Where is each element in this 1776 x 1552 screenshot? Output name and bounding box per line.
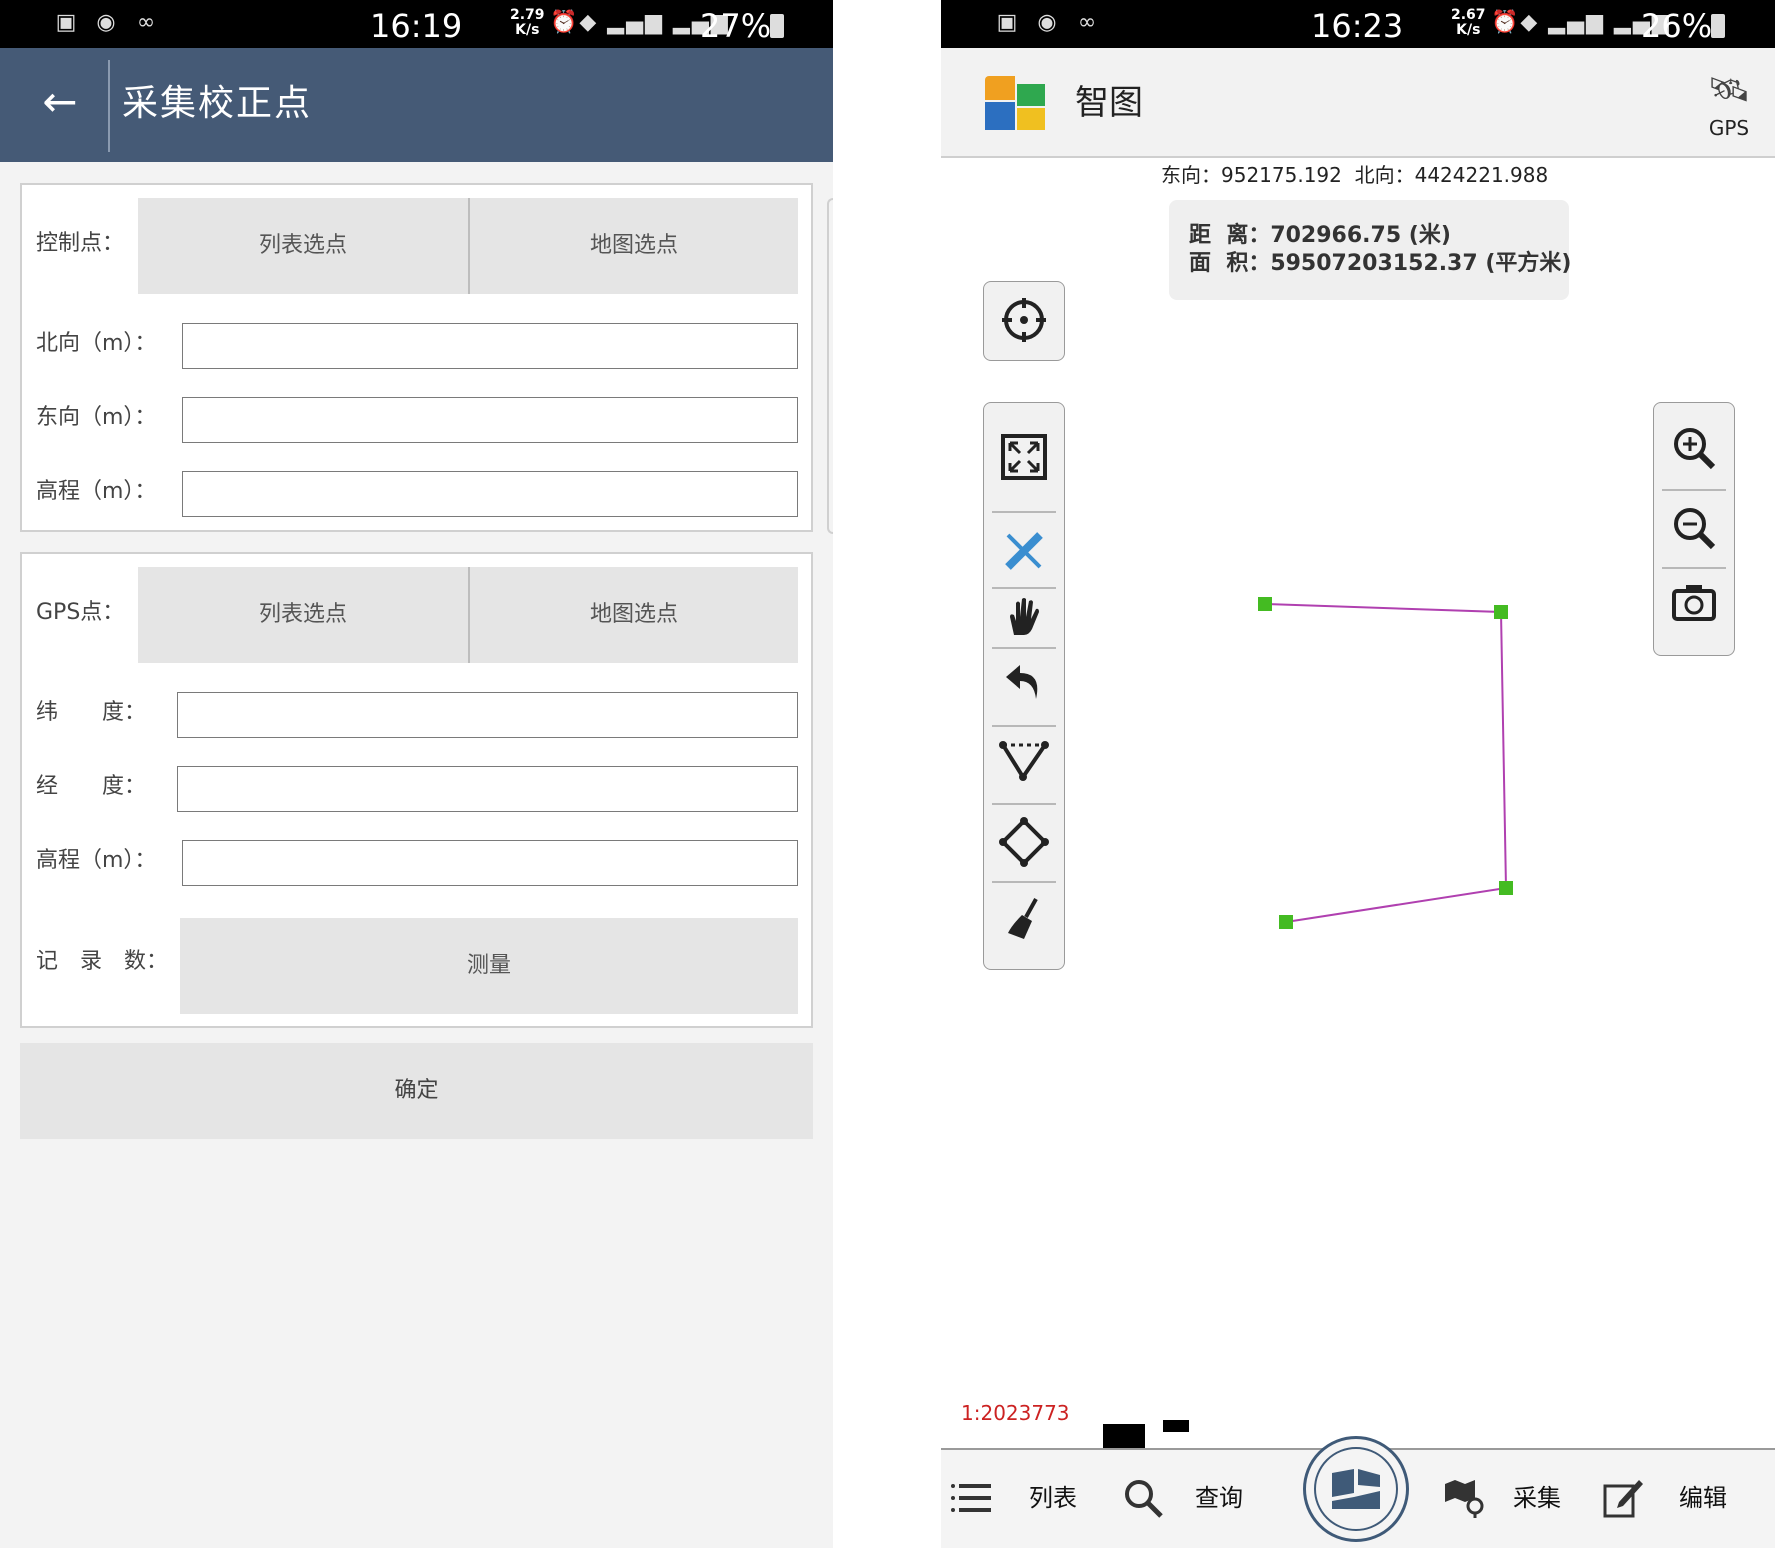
- gps-elevation-input[interactable]: [182, 840, 798, 886]
- map-canvas[interactable]: [941, 0, 1775, 1548]
- crosshair-icon: [1002, 298, 1046, 342]
- nav-collect[interactable]: 采集: [1513, 1472, 1561, 1524]
- measure-polyline: [1264, 603, 1508, 923]
- link-icon: ∞: [136, 10, 156, 35]
- hand-icon: [1010, 598, 1039, 635]
- zoom-out-button[interactable]: [1654, 505, 1734, 551]
- status-time: 16:19: [370, 7, 463, 45]
- battery-percent: 27%: [700, 7, 772, 45]
- gps-point-panel: GPS点： 列表选点 地图选点 纬 度： 经 度： 高程（m）： 记 录 数： …: [20, 552, 813, 1028]
- next-card-edge: [827, 198, 833, 534]
- home-map-button[interactable]: [1303, 1436, 1409, 1542]
- latitude-label: 纬 度：: [36, 700, 147, 725]
- control-map-select-button[interactable]: 地图选点: [468, 198, 798, 294]
- collect-correction-screen: ▣ ◉ ∞ 16:19 2.79 K/s ⏰◆ ▂▄▆ ▂▄▆ 27% ← 采集…: [0, 0, 833, 1548]
- map-screen: ▣ ◉ ∞ 16:23 2.67 K/s ⏰◆ ▂▄▆ ▂▄▆ 26% 智图 🛰…: [941, 0, 1775, 1548]
- zoom-in-icon: [1674, 428, 1716, 470]
- polyline-icon: [999, 741, 1049, 781]
- zoom-out-icon: [1674, 508, 1716, 550]
- map-layers-icon: [1332, 1469, 1380, 1509]
- nav-query[interactable]: 查询: [1195, 1472, 1243, 1524]
- gps-map-select-button[interactable]: 地图选点: [468, 567, 798, 663]
- map-scale: 1:2023773: [961, 1401, 1070, 1425]
- camera-icon: [1672, 585, 1716, 621]
- network-rate: 2.79 K/s: [510, 7, 545, 38]
- east-input[interactable]: [182, 397, 798, 443]
- gps-point-label: GPS点：: [36, 600, 125, 625]
- locate-button[interactable]: [984, 296, 1064, 344]
- back-arrow-icon[interactable]: ←: [36, 78, 84, 126]
- vertex-2: [1494, 605, 1508, 619]
- pan-button[interactable]: [984, 595, 1064, 639]
- gallery-icon: ▣: [55, 10, 77, 35]
- nav-list[interactable]: 列表: [1029, 1472, 1077, 1524]
- east-label: 东向（m）：: [36, 405, 157, 430]
- polygon-icon: [999, 817, 1049, 867]
- longitude-label: 经 度：: [36, 774, 147, 799]
- zoom-toolbar: [1653, 402, 1735, 656]
- list-icon: [951, 1484, 991, 1512]
- draw-polygon-button[interactable]: [984, 817, 1064, 867]
- map-pin-icon: [1445, 1480, 1484, 1518]
- screenshot-button[interactable]: [1654, 583, 1734, 623]
- full-extent-button[interactable]: [984, 433, 1064, 481]
- gps-elevation-label: 高程（m）：: [36, 848, 157, 873]
- control-point-panel: 控制点： 列表选点 地图选点 北向（m）： 东向（m）： 高程（m）：: [20, 183, 813, 532]
- control-elevation-input[interactable]: [182, 471, 798, 517]
- full-extent-icon: [1001, 434, 1047, 480]
- map-artifact: [1163, 1420, 1189, 1432]
- record-count-label: 记 录 数：: [36, 949, 169, 974]
- control-elevation-label: 高程（m）：: [36, 479, 157, 504]
- title-bar: ← 采集校正点: [0, 48, 833, 162]
- map-tools-toolbar: [983, 402, 1065, 970]
- vertex-4: [1279, 915, 1293, 929]
- vertex-3: [1499, 881, 1513, 895]
- measure-tool-button[interactable]: [984, 529, 1064, 573]
- title-divider: [108, 60, 110, 152]
- map-artifact: [1103, 1424, 1145, 1450]
- control-list-select-button[interactable]: 列表选点: [138, 198, 468, 294]
- zoom-in-button[interactable]: [1654, 425, 1734, 471]
- locate-toolbar: [983, 281, 1065, 361]
- gps-list-select-button[interactable]: 列表选点: [138, 567, 468, 663]
- vertex-1: [1258, 597, 1272, 611]
- ruler-icon: [1005, 532, 1043, 570]
- nav-edit[interactable]: 编辑: [1679, 1472, 1727, 1524]
- edit-icon: [1603, 1480, 1643, 1518]
- page-title: 采集校正点: [122, 83, 313, 124]
- battery-icon: [770, 14, 784, 38]
- north-label: 北向（m）：: [36, 331, 157, 356]
- undo-button[interactable]: [984, 659, 1064, 703]
- search-icon: [1125, 1480, 1163, 1518]
- draw-line-button[interactable]: [984, 739, 1064, 783]
- broom-icon: [1008, 898, 1038, 939]
- latitude-input[interactable]: [177, 692, 798, 738]
- control-point-label: 控制点：: [36, 231, 125, 256]
- bottom-nav: 列表 查询 采集 编辑: [941, 1436, 1775, 1548]
- north-input[interactable]: [182, 323, 798, 369]
- undo-icon: [1006, 665, 1038, 699]
- clear-button[interactable]: [984, 897, 1064, 941]
- status-bar: ▣ ◉ ∞ 16:19 2.79 K/s ⏰◆ ▂▄▆ ▂▄▆ 27%: [0, 0, 833, 48]
- measure-button[interactable]: 测量: [180, 918, 798, 1014]
- longitude-input[interactable]: [177, 766, 798, 812]
- location-app-icon: ◉: [96, 10, 116, 35]
- confirm-button[interactable]: 确定: [20, 1043, 813, 1139]
